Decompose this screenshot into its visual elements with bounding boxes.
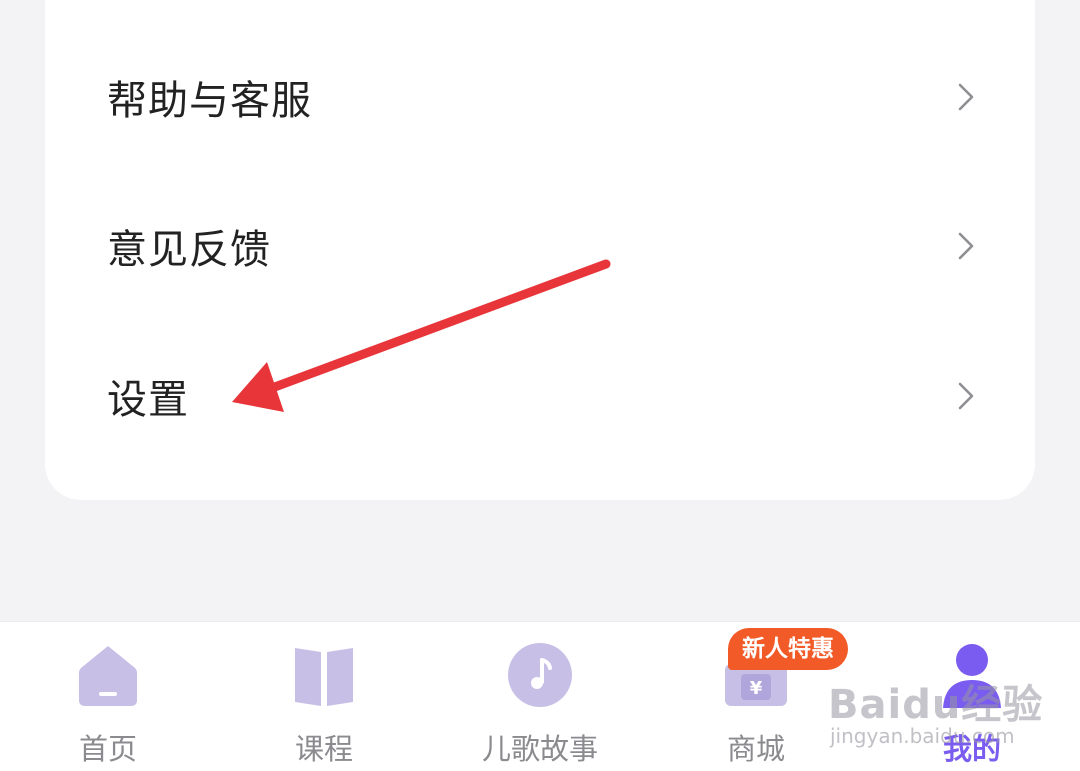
- svg-text:¥: ¥: [750, 678, 763, 699]
- app-screen: 帮助与客服 意见反馈 设置 首页 课程 儿歌故事 ¥ 商城 我的 新人特惠 Ba…: [0, 0, 1080, 771]
- menu-item-label: 意见反馈: [107, 227, 271, 273]
- menu-item-label: 设置: [107, 377, 189, 423]
- user-profile-icon: [943, 644, 1001, 708]
- menu-item-feedback[interactable]: 意见反馈: [45, 191, 1035, 301]
- menu-item-settings[interactable]: 设置: [45, 341, 1035, 451]
- tab-label: 儿歌故事: [481, 732, 598, 766]
- promo-badge: 新人特惠: [728, 628, 848, 670]
- chevron-right-icon: [958, 382, 974, 410]
- tab-label: 课程: [294, 732, 353, 766]
- tab-label: 我的: [942, 732, 1001, 766]
- bottom-tab-bar: 首页 课程 儿歌故事 ¥ 商城 我的: [0, 621, 1080, 771]
- tab-mine[interactable]: 我的: [882, 622, 1062, 771]
- tab-courses[interactable]: 课程: [234, 622, 414, 771]
- menu-card: 帮助与客服 意见反馈 设置: [45, 0, 1035, 500]
- chevron-right-icon: [958, 232, 974, 260]
- chevron-right-icon: [958, 83, 974, 111]
- tab-label: 商城: [726, 732, 785, 766]
- menu-item-label: 帮助与客服: [107, 78, 312, 124]
- tab-label: 首页: [78, 732, 137, 766]
- tab-home[interactable]: 首页: [18, 622, 198, 771]
- book-icon: [295, 648, 353, 706]
- tab-songs-stories[interactable]: 儿歌故事: [450, 622, 630, 771]
- home-icon: [79, 646, 137, 706]
- music-note-icon: [508, 643, 572, 707]
- menu-item-help-support[interactable]: 帮助与客服: [45, 42, 1035, 152]
